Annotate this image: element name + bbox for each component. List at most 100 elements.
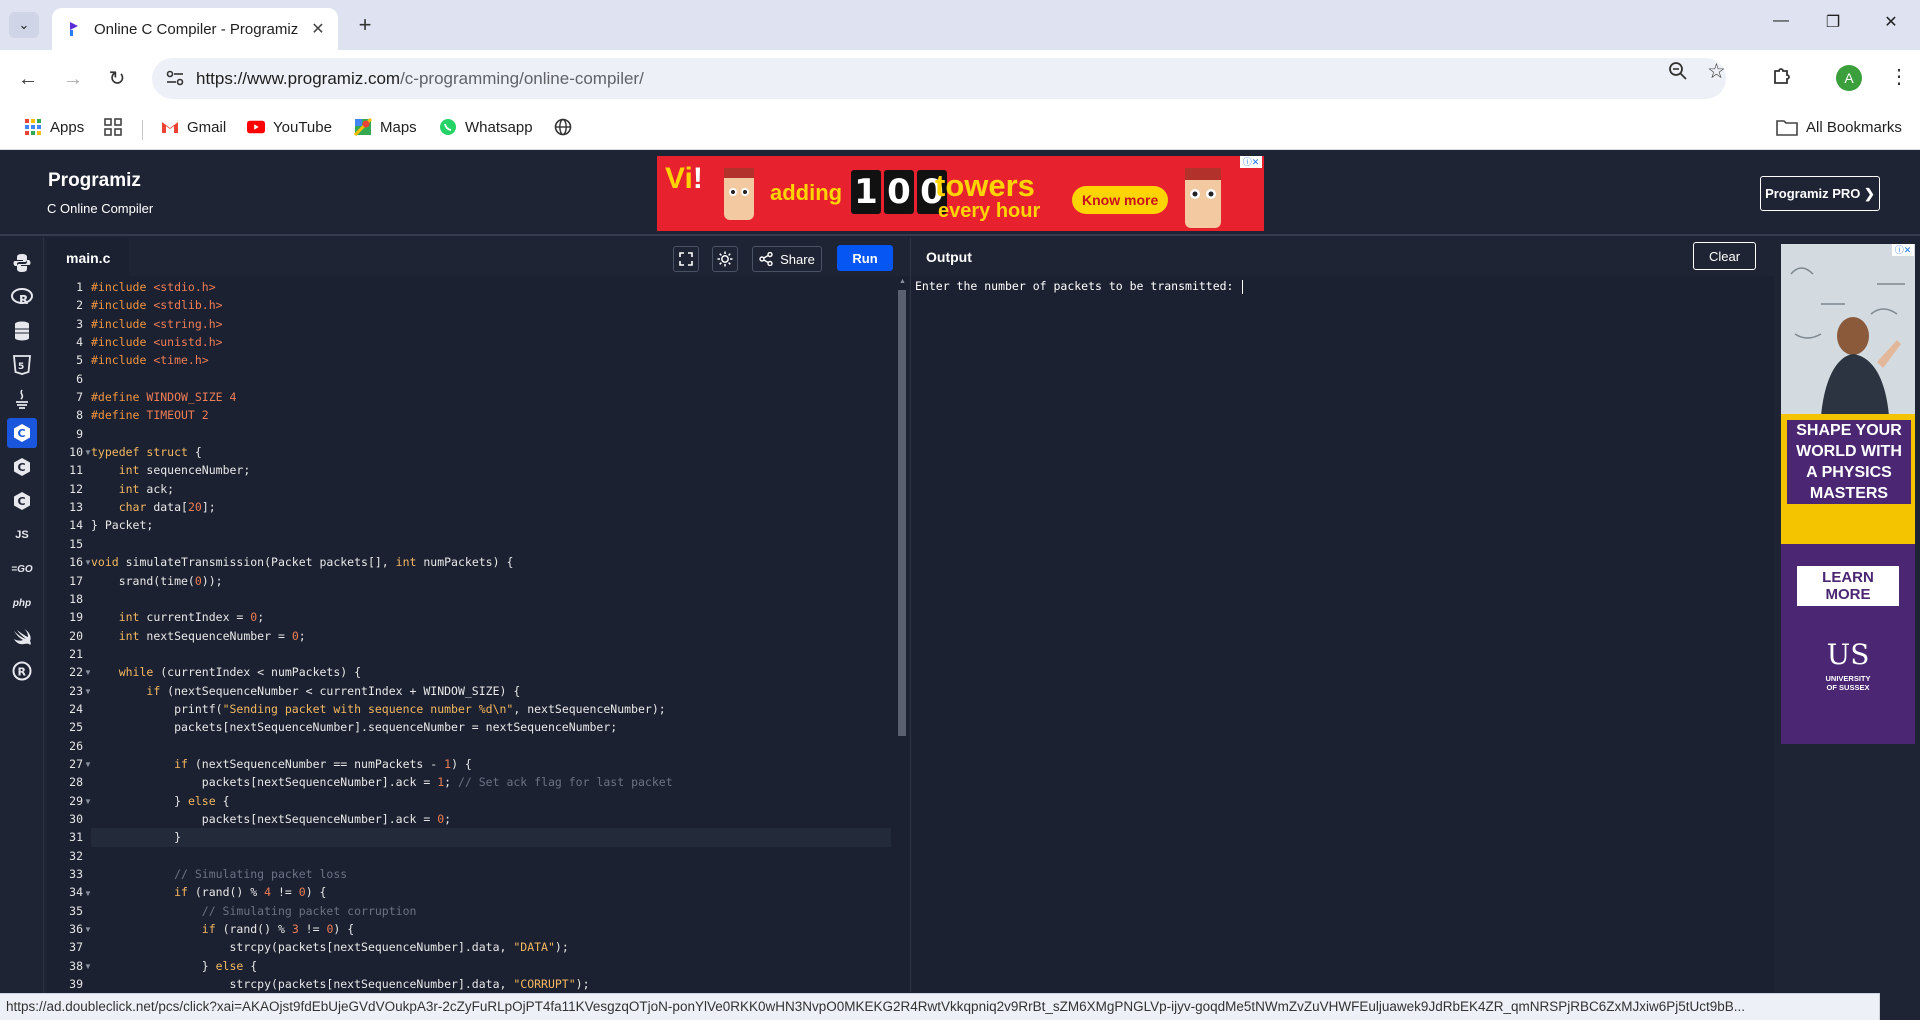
code-line[interactable]: strcpy(packets[nextSequenceNumber].data,…: [91, 938, 891, 956]
bookmark-whatsapp[interactable]: Whatsapp: [439, 118, 533, 136]
code-line[interactable]: [91, 645, 891, 663]
fold-arrow-icon[interactable]: ▼: [84, 687, 92, 696]
fold-arrow-icon[interactable]: ▼: [84, 962, 92, 971]
theme-toggle-icon[interactable]: [712, 246, 738, 272]
fold-arrow-icon[interactable]: ▼: [84, 448, 92, 457]
window-close-icon[interactable]: ✕: [1881, 12, 1901, 32]
code-line[interactable]: #define TIMEOUT 2: [91, 406, 891, 424]
code-line[interactable]: } Packet;: [91, 516, 891, 534]
code-line[interactable]: packets[nextSequenceNumber].sequenceNumb…: [91, 718, 891, 736]
python-icon[interactable]: [7, 248, 37, 278]
code-line[interactable]: } else {: [91, 957, 891, 975]
clear-button[interactable]: Clear: [1693, 242, 1756, 270]
browser-tab[interactable]: Online C Compiler - Programiz ✕: [52, 8, 338, 50]
code-line[interactable]: if (rand() % 4 != 0) {: [91, 883, 891, 901]
programiz-pro-button[interactable]: Programiz PRO ❯: [1760, 176, 1880, 211]
bookmark-apps[interactable]: Apps: [24, 118, 84, 136]
html5-icon[interactable]: 5: [7, 350, 37, 380]
fold-arrow-icon[interactable]: ▼: [84, 889, 92, 898]
code-line[interactable]: [91, 370, 891, 388]
back-arrow-icon[interactable]: ←: [16, 67, 40, 91]
minimize-icon[interactable]: —: [1771, 12, 1791, 30]
restore-icon[interactable]: ❐: [1823, 12, 1843, 32]
site-info-icon[interactable]: [165, 69, 185, 87]
code-line[interactable]: int ack;: [91, 480, 891, 498]
code-area[interactable]: #include <stdio.h> #include <stdlib.h> #in…: [91, 278, 891, 992]
browser-menu-icon[interactable]: ⋮: [1889, 64, 1909, 89]
cpp-language-icon[interactable]: C: [7, 452, 37, 482]
bookmark-youtube[interactable]: YouTube: [247, 118, 332, 136]
address-bar[interactable]: https://www.programiz.com/c-programming/…: [152, 58, 1726, 99]
code-line[interactable]: while (currentIndex < numPackets) {: [91, 663, 891, 681]
sql-database-icon[interactable]: [7, 316, 37, 346]
bookmark-maps[interactable]: Maps: [354, 118, 417, 136]
code-line[interactable]: // Simulating packet loss: [91, 865, 891, 883]
code-editor[interactable]: 1 2 3 4 5 6 7 8 9 10 11 12 13 14 15 16 17 18 19 20 21 22 23 24 2…: [47, 276, 909, 992]
fold-arrow-icon[interactable]: ▼: [84, 925, 92, 934]
code-line[interactable]: if (nextSequenceNumber == numPackets - 1…: [91, 755, 891, 773]
code-line[interactable]: void simulateTransmission(Packet packets…: [91, 553, 891, 571]
fold-arrow-icon[interactable]: ▼: [84, 760, 92, 769]
java-icon[interactable]: [7, 384, 37, 414]
code-line[interactable]: #include <unistd.h>: [91, 333, 891, 351]
side-advert[interactable]: SHAPE YOUR WORLD WITH A PHYSICS MASTERS …: [1781, 244, 1915, 744]
code-line[interactable]: if (rand() % 3 != 0) {: [91, 920, 891, 938]
editor-scroll-thumb[interactable]: [898, 290, 906, 736]
ad-know-more-button[interactable]: Know more: [1072, 186, 1169, 214]
output-console[interactable]: Enter the number of packets to be transm…: [910, 276, 1774, 992]
code-line[interactable]: int sequenceNumber;: [91, 461, 891, 479]
fullscreen-icon[interactable]: [673, 246, 699, 272]
code-line[interactable]: #define WINDOW_SIZE 4: [91, 388, 891, 406]
code-line[interactable]: #include <string.h>: [91, 315, 891, 333]
bookmark-star-icon[interactable]: ☆: [1707, 59, 1726, 84]
rust-icon[interactable]: R: [7, 656, 37, 686]
go-language-icon[interactable]: =GO: [7, 554, 37, 584]
code-line[interactable]: } else {: [91, 792, 891, 810]
bookmark-gmail[interactable]: Gmail: [161, 118, 226, 136]
code-line[interactable]: packets[nextSequenceNumber].ack = 0;: [91, 810, 891, 828]
code-line[interactable]: int nextSequenceNumber = 0;: [91, 627, 891, 645]
r-language-icon[interactable]: R: [7, 282, 37, 312]
fold-arrow-icon[interactable]: ▼: [84, 797, 92, 806]
programiz-logo[interactable]: Programiz: [48, 170, 141, 192]
close-tab-icon[interactable]: ✕: [308, 19, 328, 39]
code-line[interactable]: strcpy(packets[nextSequenceNumber].data,…: [91, 975, 891, 992]
code-line[interactable]: packets[nextSequenceNumber].ack = 1; // …: [91, 773, 891, 791]
editor-scrollbar[interactable]: ▲: [897, 276, 907, 992]
extensions-icon[interactable]: [1771, 64, 1793, 92]
reload-icon[interactable]: ↻: [105, 67, 129, 91]
code-line[interactable]: int currentIndex = 0;: [91, 608, 891, 626]
csharp-language-icon[interactable]: C: [7, 486, 37, 516]
code-line[interactable]: #include <stdlib.h>: [91, 296, 891, 314]
zoom-icon[interactable]: [1668, 61, 1688, 86]
file-tab-main-c[interactable]: main.c: [47, 238, 129, 276]
code-line[interactable]: // Simulating packet corruption: [91, 902, 891, 920]
php-icon[interactable]: php: [7, 588, 37, 618]
code-line[interactable]: [91, 425, 891, 443]
adchoices-icon[interactable]: ⓘ✕: [1240, 156, 1262, 168]
code-line[interactable]: #include <stdio.h>: [91, 278, 891, 296]
code-line[interactable]: #include <time.h>: [91, 351, 891, 369]
run-button[interactable]: Run: [837, 245, 893, 271]
code-line[interactable]: [91, 847, 891, 865]
code-line[interactable]: typedef struct {: [91, 443, 891, 461]
all-bookmarks[interactable]: All Bookmarks: [1776, 118, 1902, 136]
code-line[interactable]: [91, 535, 891, 553]
fold-arrow-icon[interactable]: ▼: [84, 668, 92, 677]
tab-search-button[interactable]: ⌄: [9, 12, 39, 38]
top-advert-banner[interactable]: Vi! adding 1 0 0 towers every hour Know …: [657, 156, 1264, 231]
code-line[interactable]: printf("Sending packet with sequence num…: [91, 700, 891, 718]
code-line[interactable]: }: [91, 828, 891, 847]
new-tab-button[interactable]: +: [352, 12, 378, 38]
share-button[interactable]: Share: [752, 246, 822, 272]
javascript-icon[interactable]: JS: [7, 520, 37, 550]
ad-learn-more-button[interactable]: LEARN MORE: [1797, 566, 1899, 606]
code-line[interactable]: [91, 737, 891, 755]
globe-bookmark-icon[interactable]: [554, 118, 572, 136]
swift-icon[interactable]: [7, 622, 37, 652]
code-line[interactable]: if (nextSequenceNumber < currentIndex + …: [91, 682, 891, 700]
c-language-icon[interactable]: C: [7, 418, 37, 448]
profile-avatar[interactable]: A: [1836, 65, 1862, 91]
fold-arrow-icon[interactable]: ▼: [84, 558, 92, 567]
side-adchoices-icon[interactable]: ⓘ✕: [1892, 244, 1914, 256]
